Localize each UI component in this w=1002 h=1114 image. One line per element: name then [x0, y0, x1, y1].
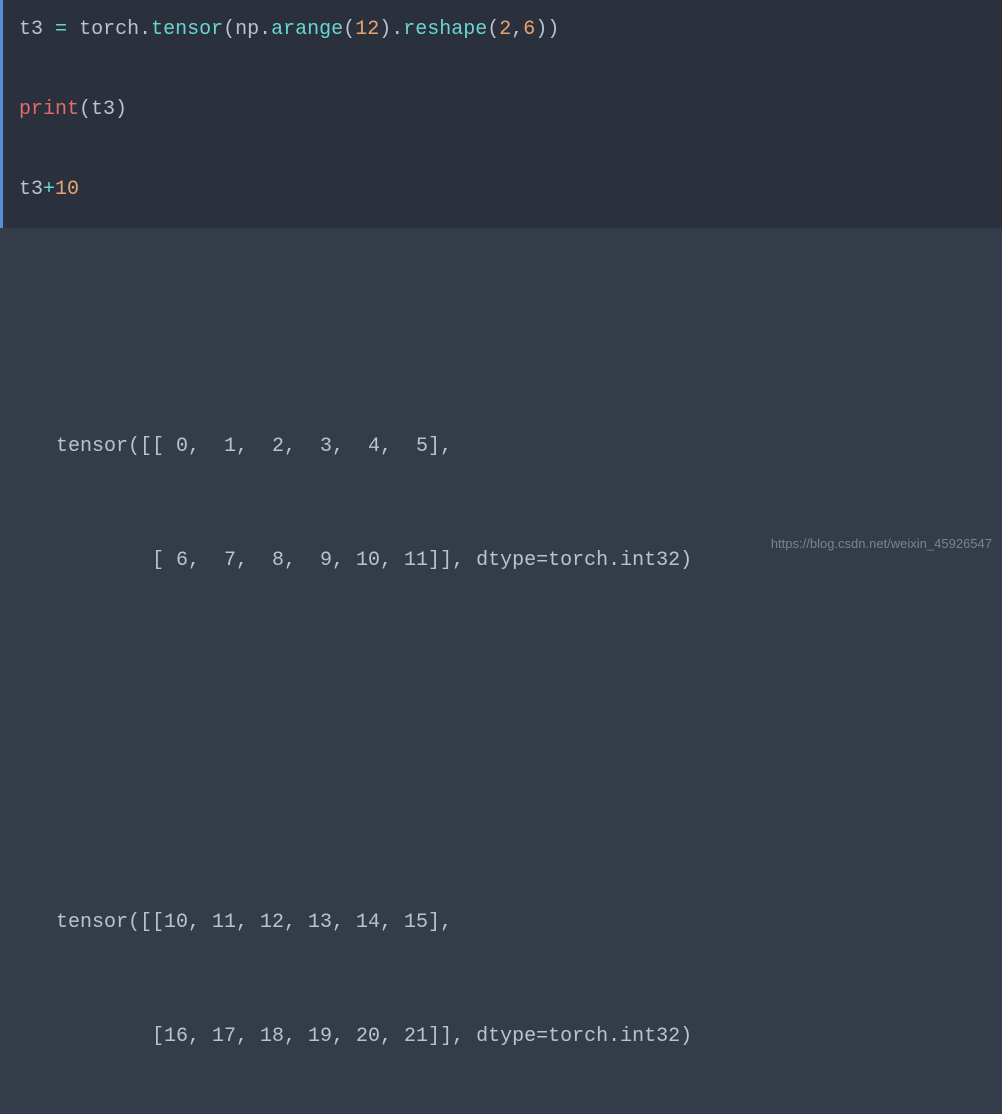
code-token: tensor [151, 18, 223, 41]
output-line: [16, 17, 18, 19, 20, 21]], dtype=torch.i… [56, 1018, 986, 1056]
code-token: . [139, 18, 151, 41]
code-token: print [19, 98, 79, 121]
output-block-2: tensor([[10, 11, 12, 13, 14, 15], [16, 1… [56, 828, 986, 1114]
code-token: + [43, 178, 55, 201]
code-token: 10 [55, 178, 79, 201]
output-line: tensor([[ 0, 1, 2, 3, 4, 5], [56, 428, 986, 466]
code-token: ( [487, 18, 499, 41]
code-token: ( [343, 18, 355, 41]
code-token: . [259, 18, 271, 41]
output-cell: tensor([[ 0, 1, 2, 3, 4, 5], [ 6, 7, 8, … [0, 228, 1002, 1114]
code-token: 2 [499, 18, 511, 41]
code-token: , [511, 18, 523, 41]
code-blank-line [19, 130, 986, 170]
code-cell[interactable]: t3 = torch.tensor(np.arange(12).reshape(… [0, 0, 1002, 228]
code-token: ) [379, 18, 391, 41]
code-token: . [391, 18, 403, 41]
code-token: 6 [523, 18, 535, 41]
code-token: torch [79, 18, 139, 41]
output-line: tensor([[10, 11, 12, 13, 14, 15], [56, 904, 986, 942]
code-token: ( [79, 98, 91, 121]
code-token: t3 [19, 178, 43, 201]
output-block-1: tensor([[ 0, 1, 2, 3, 4, 5], [ 6, 7, 8, … [56, 352, 986, 656]
code-token: ) [115, 98, 127, 121]
watermark: https://blog.csdn.net/weixin_45926547 [771, 536, 992, 551]
code-line-2: print(t3) [19, 90, 986, 130]
code-token [67, 18, 79, 41]
code-token: t3 [19, 18, 43, 41]
code-line-1: t3 = torch.tensor(np.arange(12).reshape(… [19, 10, 986, 50]
code-token: t3 [91, 98, 115, 121]
code-token: = [55, 18, 67, 41]
code-token: ( [223, 18, 235, 41]
code-token: reshape [403, 18, 487, 41]
code-token: np [235, 18, 259, 41]
code-line-3: t3+10 [19, 170, 986, 210]
code-token [43, 18, 55, 41]
code-token: arange [271, 18, 343, 41]
code-token: )) [535, 18, 559, 41]
code-blank-line [19, 50, 986, 90]
code-token: 12 [355, 18, 379, 41]
